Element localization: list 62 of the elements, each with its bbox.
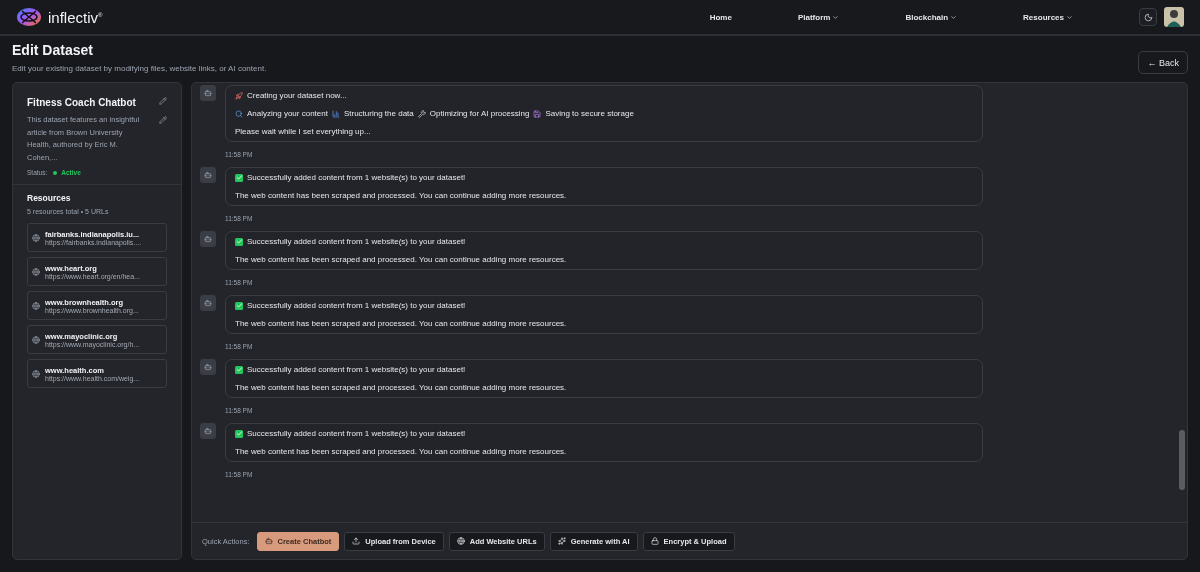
globe-icon <box>32 301 40 310</box>
edit-icon[interactable] <box>159 116 167 124</box>
message-text: Successfully added content from 1 website(s) to your dataset! <box>247 365 466 374</box>
page-title: Edit Dataset <box>12 42 94 58</box>
nav-link[interactable]: Platform <box>797 12 840 22</box>
message-text: The web content has been scraped and processed. You can continue adding more resources. <box>235 255 567 264</box>
globe-icon <box>32 369 40 378</box>
moon-icon <box>1143 12 1153 22</box>
message-text: The web content has been scraped and processed. You can continue adding more resources. <box>235 383 567 392</box>
message-text: Successfully added content from 1 website(s) to your dataset! <box>247 301 466 310</box>
check-icon <box>235 365 243 374</box>
check-icon <box>235 173 243 182</box>
message-text: Saving to secure storage <box>545 109 634 118</box>
resources-title: Resources <box>27 193 72 203</box>
check-icon <box>235 237 243 246</box>
chevron-down-icon <box>832 13 840 21</box>
page-subtitle: Edit your existing dataset by modifying files, website links, or AI content. <box>12 64 267 73</box>
bot-avatar <box>200 167 216 183</box>
globe-icon <box>32 233 40 242</box>
theme-toggle-button[interactable] <box>1139 8 1157 26</box>
rocket-icon <box>235 91 243 100</box>
message-text: Analyzing your content <box>247 109 328 118</box>
bot-avatar <box>200 295 216 311</box>
chevron-down-icon <box>1066 13 1073 21</box>
scrollbar-thumb[interactable] <box>1179 430 1185 490</box>
status-dot <box>53 170 58 175</box>
globe-icon <box>456 537 465 545</box>
globe-icon <box>32 267 40 276</box>
message-text: Successfully added content from 1 website(s) to your dataset! <box>247 173 466 182</box>
globe-icon <box>32 335 40 344</box>
message-text: The web content has been scraped and processed. You can continue adding more resources. <box>235 319 567 328</box>
nav-link[interactable]: Blockchain <box>905 12 958 22</box>
message-text: The web content has been scraped and processed. You can continue adding more resources. <box>235 447 567 456</box>
lock-icon <box>650 537 659 545</box>
chevron-down-icon <box>950 13 958 21</box>
bot-avatar <box>200 423 216 439</box>
message-text: Creating your dataset now... <box>247 91 347 100</box>
bot-avatar <box>200 231 216 247</box>
message-text: Optimizing for AI processing <box>429 109 530 118</box>
search-icon <box>235 109 243 118</box>
upload-icon <box>352 537 361 545</box>
edit-icon[interactable] <box>159 97 167 105</box>
logo-icon <box>16 7 42 27</box>
wrench-icon <box>417 109 426 118</box>
dataset-name: Fitness Coach Chatbot <box>27 97 136 108</box>
message-text: Please wait while I set everything up... <box>235 127 371 136</box>
robot-icon <box>264 537 273 545</box>
message-text: Structuring the data <box>343 109 414 118</box>
message-text: Successfully added content from 1 website(s) to your dataset! <box>247 429 466 438</box>
check-icon <box>235 301 243 310</box>
bar-chart-icon <box>331 109 340 118</box>
back-button[interactable]: ← Back <box>1138 51 1188 74</box>
avatar[interactable] <box>1164 7 1184 27</box>
nav-link[interactable]: Resources <box>1023 12 1073 22</box>
bot-avatar <box>200 85 216 101</box>
nav-link[interactable]: Home <box>709 12 732 22</box>
bot-avatar <box>200 359 216 375</box>
check-icon <box>235 429 243 438</box>
sparkles-icon <box>557 537 566 545</box>
message-text: The web content has been scraped and processed. You can continue adding more resources. <box>235 191 567 200</box>
brand-name: inflectiv$^{®}$ <box>48 8 103 26</box>
message-text: Successfully added content from 1 website(s) to your dataset! <box>247 237 466 246</box>
